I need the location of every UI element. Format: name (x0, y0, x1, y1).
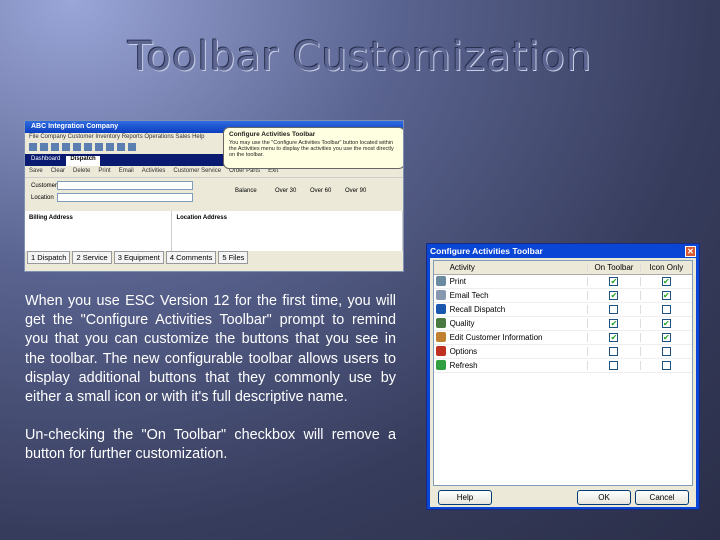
on-toolbar-checkbox[interactable]: ✔ (609, 277, 619, 287)
address-panes: Billing Address Location Address (25, 211, 403, 251)
cancel-button[interactable]: Cancel (635, 490, 689, 505)
icon-only-checkbox[interactable] (661, 305, 671, 315)
activity-icon (435, 289, 446, 300)
activity-grid: Activity On Toolbar Icon Only Print ✔ ✔ … (433, 260, 693, 486)
icon-only-checkbox[interactable] (661, 361, 671, 371)
tool-clear[interactable]: Clear (51, 168, 65, 175)
bottom-tabs: 1 Dispatch 2 Service 3 Equipment 4 Comme… (25, 251, 403, 264)
activity-name: Edit Customer Information (449, 333, 543, 342)
btab[interactable]: 5 Files (218, 251, 249, 264)
customer-label: Customer (31, 183, 58, 189)
close-icon[interactable]: ✕ (685, 246, 696, 257)
activity-row: Options (434, 345, 692, 359)
paragraph: Un-checking the "On Toolbar" checkbox wi… (25, 427, 396, 463)
activity-icon (435, 345, 446, 356)
icon-only-checkbox[interactable]: ✔ (661, 291, 671, 301)
activity-icon (435, 317, 446, 328)
col-activity[interactable]: Activity (448, 263, 588, 272)
tool-activities[interactable]: Activities (142, 168, 166, 175)
grid-header: Activity On Toolbar Icon Only (434, 261, 692, 275)
icon-only-checkbox[interactable]: ✔ (661, 277, 671, 287)
activity-name: Email Tech (449, 291, 489, 300)
activity-icon (435, 303, 446, 314)
on-toolbar-checkbox[interactable]: ✔ (609, 319, 619, 329)
tool-email[interactable]: Email (119, 168, 134, 175)
btab[interactable]: 3 Equipment (113, 251, 164, 264)
icon-only-checkbox[interactable]: ✔ (661, 319, 671, 329)
tooltip-text: You may use the "Configure Activities To… (229, 140, 394, 158)
over60-label: Over 60 (310, 188, 332, 194)
location-address-label: Location Address (172, 211, 403, 251)
activity-name: Quality (449, 319, 475, 328)
icon-only-checkbox[interactable]: ✔ (661, 333, 671, 343)
on-toolbar-checkbox[interactable]: ✔ (609, 333, 619, 343)
slide-body: When you use ESC Version 12 for the firs… (25, 292, 396, 484)
tool-delete[interactable]: Delete (73, 168, 90, 175)
activity-row: Recall Dispatch (434, 303, 692, 317)
btab[interactable]: 1 Dispatch (27, 251, 71, 264)
activity-row: Quality ✔ ✔ (434, 317, 692, 331)
btab[interactable]: 2 Service (72, 251, 112, 264)
tool-order-parts[interactable]: Order Parts (229, 168, 260, 175)
tool-save[interactable]: Save (29, 168, 43, 175)
over90-label: Over 90 (345, 188, 367, 194)
customer-field[interactable] (57, 181, 193, 190)
tooltip: Configure Activities Toolbar You may use… (223, 127, 403, 169)
tool-exit[interactable]: Exit (268, 168, 278, 175)
help-button[interactable]: Help (438, 490, 492, 505)
on-toolbar-checkbox[interactable]: ✔ (609, 291, 619, 301)
activity-row: Refresh (434, 359, 692, 373)
on-toolbar-checkbox[interactable] (609, 361, 619, 371)
tool-print[interactable]: Print (98, 168, 110, 175)
app-screenshot: ABC Integration Company File Company Cus… (24, 120, 404, 272)
activity-row: Email Tech ✔ ✔ (434, 289, 692, 303)
tooltip-title: Configure Activities Toolbar (229, 131, 316, 138)
tool-customer-service[interactable]: Customer Service (173, 168, 221, 175)
over30-label: Over 30 (275, 188, 297, 194)
activity-row: Print ✔ ✔ (434, 275, 692, 289)
btab[interactable]: 4 Comments (165, 251, 217, 264)
configure-dialog: Configure Activities Toolbar ✕ Activity O… (426, 243, 700, 510)
activity-icon (435, 275, 446, 286)
activity-row: Edit Customer Information ✔ ✔ (434, 331, 692, 345)
billing-address-label: Billing Address (25, 211, 173, 251)
activity-name: Print (449, 277, 467, 286)
activity-icon (435, 359, 446, 370)
tab-dashboard[interactable]: Dashboard (31, 156, 60, 166)
activity-name: Recall Dispatch (449, 305, 506, 314)
activity-name: Refresh (449, 361, 478, 370)
tab-dispatch[interactable]: Dispatch (66, 156, 100, 166)
ok-button[interactable]: OK (577, 490, 631, 505)
on-toolbar-checkbox[interactable] (609, 347, 619, 357)
paragraph: When you use ESC Version 12 for the firs… (25, 293, 396, 406)
dialog-title: Configure Activities Toolbar (430, 246, 543, 256)
col-icon-only[interactable]: Icon Only (639, 263, 692, 272)
location-label: Location (31, 195, 54, 201)
col-on-toolbar[interactable]: On Toolbar (587, 263, 639, 272)
icon-only-checkbox[interactable] (661, 347, 671, 357)
activity-name: Options (449, 347, 478, 356)
customer-form: Customer Location Balance Over 30 Over 6… (25, 178, 403, 211)
on-toolbar-checkbox[interactable] (609, 305, 619, 315)
slide-title: Toolbar Customization (127, 34, 593, 80)
balance-label: Balance (235, 188, 257, 194)
location-field[interactable] (57, 193, 193, 202)
activity-icon (435, 331, 446, 342)
